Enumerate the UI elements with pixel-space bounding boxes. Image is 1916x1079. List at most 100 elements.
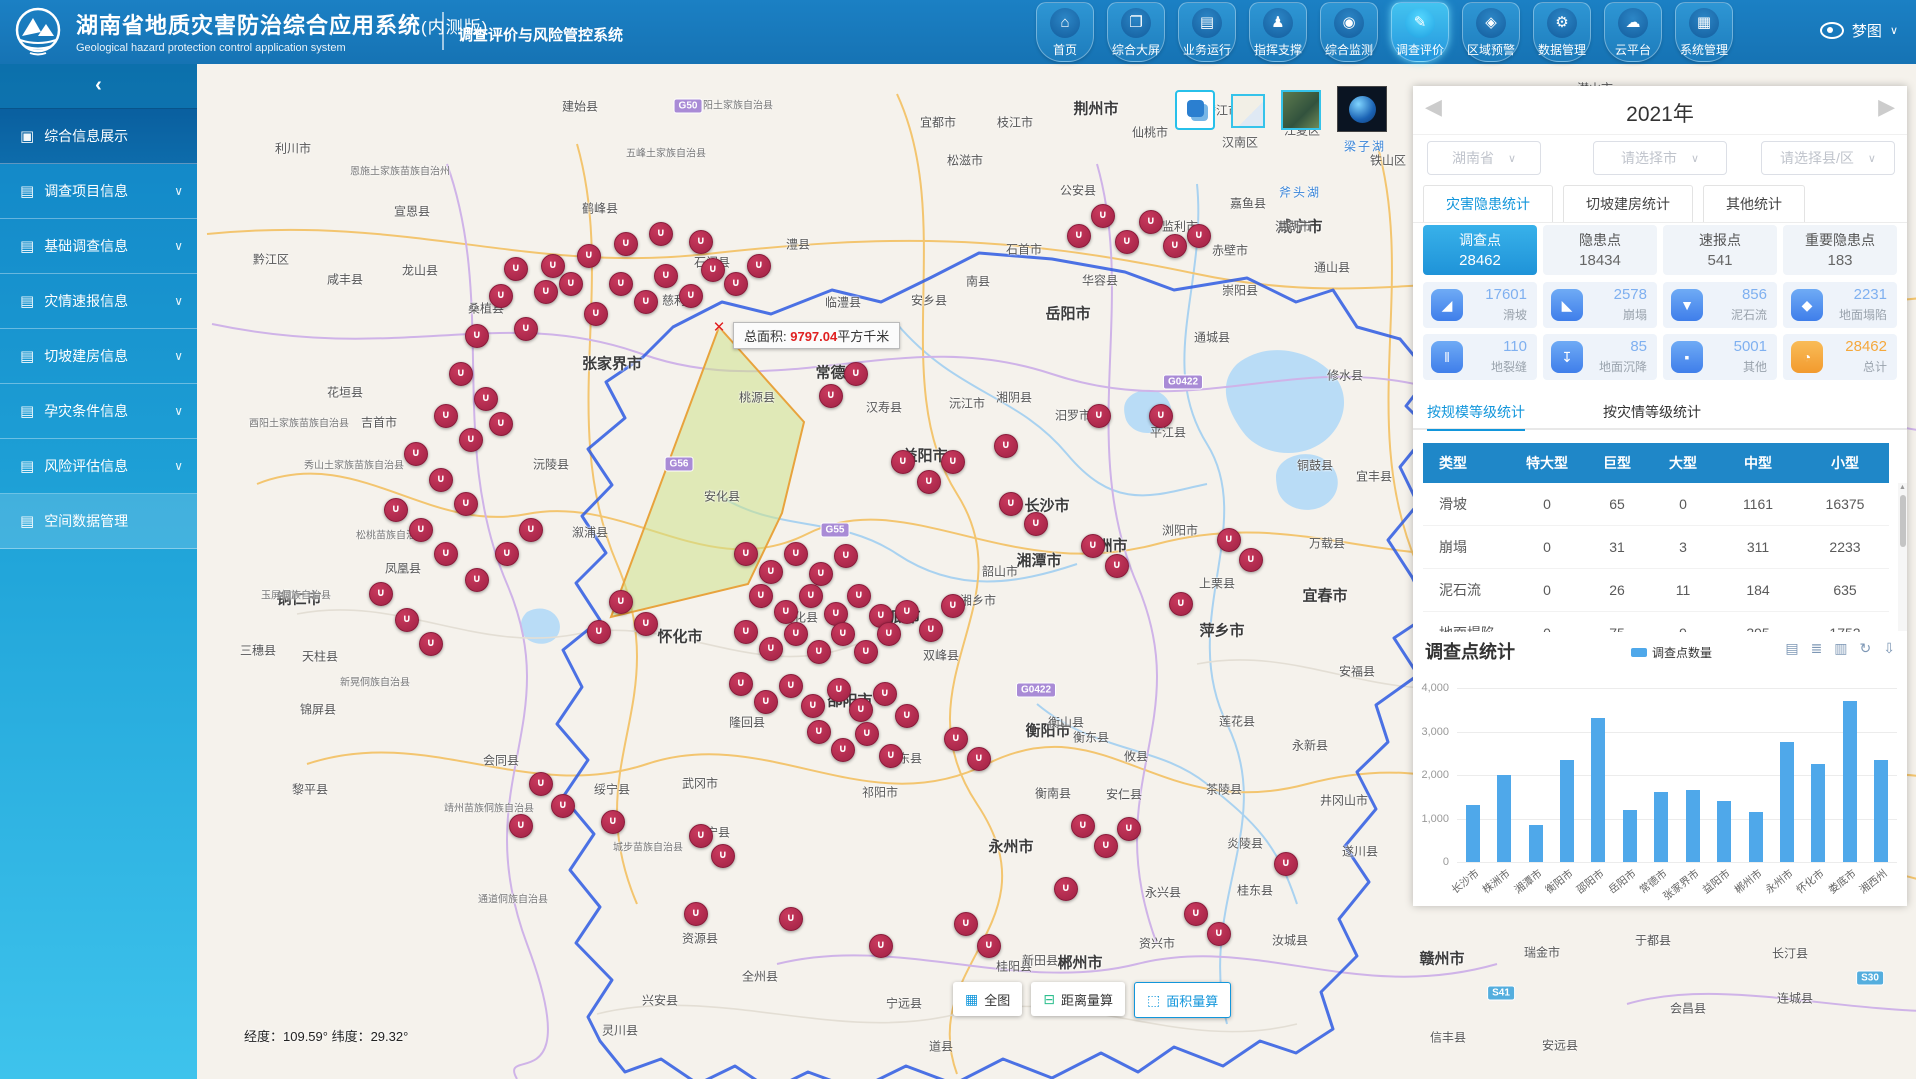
hazard-point-marker[interactable]: ∪ <box>779 907 803 931</box>
bar-衡阳市[interactable] <box>1560 760 1574 862</box>
tab-2[interactable]: 其他统计 <box>1703 185 1805 222</box>
hazard-point-marker[interactable]: ∪ <box>634 290 658 314</box>
hazard-point-marker[interactable]: ∪ <box>847 584 871 608</box>
sidebar-item-6[interactable]: ▤风险评估信息∨ <box>0 439 197 494</box>
city-select[interactable]: 请选择市∨ <box>1593 141 1727 175</box>
bar-chart-icon[interactable]: ▥ <box>1834 640 1847 657</box>
hazard-point-marker[interactable]: ∪ <box>454 492 478 516</box>
hazard-point-marker[interactable]: ∪ <box>534 280 558 304</box>
hazard-point-marker[interactable]: ∪ <box>465 324 489 348</box>
hazard-point-marker[interactable]: ∪ <box>977 934 1001 958</box>
basemap-globe-thumbnail[interactable] <box>1337 86 1387 132</box>
bar-怀化市[interactable] <box>1811 764 1825 862</box>
bar-张家界市[interactable] <box>1686 790 1700 862</box>
hazard-point-marker[interactable]: ∪ <box>429 468 453 492</box>
stat-card-1[interactable]: 隐患点18434 <box>1543 225 1657 275</box>
hazard-point-marker[interactable]: ∪ <box>999 492 1023 516</box>
line-chart-icon[interactable]: ≣ <box>1811 640 1823 657</box>
hazard-point-marker[interactable]: ∪ <box>944 727 968 751</box>
nav-item-system[interactable]: ▦系统管理 <box>1675 2 1733 62</box>
hazard-tile-total[interactable]: ◔28462总计 <box>1783 334 1897 380</box>
hazard-point-marker[interactable]: ∪ <box>801 694 825 718</box>
hazard-point-marker[interactable]: ∪ <box>509 814 533 838</box>
nav-item-home[interactable]: ⌂首页 <box>1036 2 1094 62</box>
data-view-icon[interactable]: ▤ <box>1785 640 1798 657</box>
hazard-point-marker[interactable]: ∪ <box>711 844 735 868</box>
hazard-point-marker[interactable]: ∪ <box>799 584 823 608</box>
chart-legend[interactable]: 调查点数量 <box>1631 644 1712 661</box>
sidebar-item-2[interactable]: ▤基础调查信息∨ <box>0 219 197 274</box>
bar-株洲市[interactable] <box>1497 775 1511 862</box>
bar-长沙市[interactable] <box>1466 805 1480 862</box>
hazard-point-marker[interactable]: ∪ <box>614 232 638 256</box>
hazard-point-marker[interactable]: ∪ <box>551 794 575 818</box>
stat-card-2[interactable]: 速报点541 <box>1663 225 1777 275</box>
sidebar-item-4[interactable]: ▤切坡建房信息∨ <box>0 329 197 384</box>
hazard-point-marker[interactable]: ∪ <box>384 498 408 522</box>
hazard-point-marker[interactable]: ∪ <box>877 622 901 646</box>
hazard-point-marker[interactable]: ∪ <box>807 720 831 744</box>
hazard-point-marker[interactable]: ∪ <box>514 317 538 341</box>
hazard-point-marker[interactable]: ∪ <box>827 678 851 702</box>
hazard-point-marker[interactable]: ∪ <box>873 682 897 706</box>
hazard-tile-debris-flow[interactable]: ▼856泥石流 <box>1663 282 1777 328</box>
hazard-tile-ground-collapse[interactable]: ◆2231地面塌陷 <box>1783 282 1897 328</box>
table-row[interactable]: 地面塌陷07593951752 <box>1423 612 1889 632</box>
hazard-point-marker[interactable]: ∪ <box>495 542 519 566</box>
hazard-point-marker[interactable]: ∪ <box>1139 210 1163 234</box>
hazard-point-marker[interactable]: ∪ <box>759 560 783 584</box>
hazard-point-marker[interactable]: ∪ <box>819 384 843 408</box>
hazard-tile-other[interactable]: ▪5001其他 <box>1663 334 1777 380</box>
hazard-point-marker[interactable]: ∪ <box>784 622 808 646</box>
stat-card-3[interactable]: 重要隐患点183 <box>1783 225 1897 275</box>
hazard-point-marker[interactable]: ∪ <box>701 258 725 282</box>
hazard-point-marker[interactable]: ∪ <box>1117 817 1141 841</box>
hazard-point-marker[interactable]: ∪ <box>577 244 601 268</box>
basemap-satellite-thumbnail[interactable] <box>1281 90 1321 130</box>
county-select[interactable]: 请选择县/区∨ <box>1761 141 1895 175</box>
hazard-point-marker[interactable]: ∪ <box>849 698 873 722</box>
hazard-point-marker[interactable]: ∪ <box>587 620 611 644</box>
hazard-point-marker[interactable]: ∪ <box>1067 224 1091 248</box>
hazard-point-marker[interactable]: ∪ <box>1024 512 1048 536</box>
hazard-point-marker[interactable]: ∪ <box>895 600 919 624</box>
hazard-point-marker[interactable]: ∪ <box>809 562 833 586</box>
hazard-point-marker[interactable]: ∪ <box>779 674 803 698</box>
hazard-point-marker[interactable]: ∪ <box>541 254 565 278</box>
table-scrollbar[interactable]: ▲ <box>1898 483 1907 631</box>
table-row[interactable]: 泥石流02611184635 <box>1423 569 1889 612</box>
basemap-road-thumbnail[interactable] <box>1231 94 1265 128</box>
map-tool-2[interactable]: ⬚面积量算 <box>1134 982 1231 1018</box>
scrollbar-thumb[interactable] <box>1900 495 1906 547</box>
hazard-point-marker[interactable]: ∪ <box>734 542 758 566</box>
nav-item-data[interactable]: ⚙数据管理 <box>1533 2 1591 62</box>
hazard-point-marker[interactable]: ∪ <box>1094 834 1118 858</box>
hazard-point-marker[interactable]: ∪ <box>747 254 771 278</box>
hazard-point-marker[interactable]: ∪ <box>831 622 855 646</box>
hazard-point-marker[interactable]: ∪ <box>895 704 919 728</box>
hazard-point-marker[interactable]: ∪ <box>954 912 978 936</box>
sidebar-item-5[interactable]: ▤孕灾条件信息∨ <box>0 384 197 439</box>
tab-0[interactable]: 灾害隐患统计 <box>1423 185 1553 222</box>
hazard-point-marker[interactable]: ∪ <box>489 284 513 308</box>
subtab-disaster[interactable]: 按灾情等级统计 <box>1603 402 1701 429</box>
hazard-point-marker[interactable]: ∪ <box>1163 234 1187 258</box>
tab-1[interactable]: 切坡建房统计 <box>1563 185 1693 222</box>
hazard-point-marker[interactable]: ∪ <box>1081 534 1105 558</box>
bar-益阳市[interactable] <box>1717 801 1731 862</box>
bar-邵阳市[interactable] <box>1591 718 1605 862</box>
hazard-point-marker[interactable]: ∪ <box>1087 404 1111 428</box>
hazard-point-marker[interactable]: ∪ <box>679 284 703 308</box>
hazard-point-marker[interactable]: ∪ <box>807 640 831 664</box>
hazard-point-marker[interactable]: ∪ <box>1217 528 1241 552</box>
layers-button[interactable] <box>1175 90 1215 130</box>
province-select[interactable]: 湖南省∨ <box>1427 141 1541 175</box>
hazard-point-marker[interactable]: ∪ <box>891 450 915 474</box>
nav-item-big-screen[interactable]: ❐综合大屏 <box>1107 2 1165 62</box>
bar-岳阳市[interactable] <box>1623 810 1637 862</box>
hazard-tile-subsidence[interactable]: ↧85地面沉降 <box>1543 334 1657 380</box>
hazard-point-marker[interactable]: ∪ <box>749 584 773 608</box>
hazard-point-marker[interactable]: ∪ <box>879 744 903 768</box>
hazard-point-marker[interactable]: ∪ <box>504 257 528 281</box>
hazard-point-marker[interactable]: ∪ <box>854 640 878 664</box>
